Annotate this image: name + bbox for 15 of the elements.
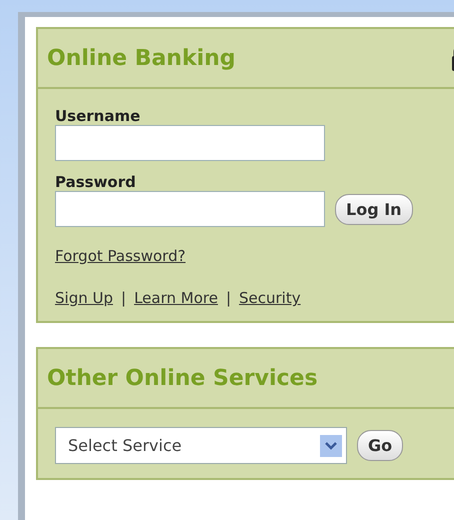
panel-title: Other Online Services [47, 366, 318, 390]
username-label: Username [55, 107, 142, 125]
forgot-password-link[interactable]: Forgot Password? [55, 247, 186, 265]
link-separator: | [121, 289, 126, 307]
password-field[interactable] [55, 191, 325, 227]
password-label: Password [55, 173, 137, 191]
service-dropdown[interactable]: Select Service [55, 427, 347, 464]
footer-link[interactable]: Security [239, 289, 301, 307]
go-button[interactable]: Go [357, 430, 404, 461]
panel-title: Online Banking [47, 46, 236, 70]
username-field[interactable] [55, 125, 325, 161]
footer-link[interactable]: Learn More [134, 289, 218, 307]
footer-link[interactable]: Sign Up [55, 289, 113, 307]
login-button[interactable]: Log In [335, 194, 413, 224]
link-separator: | [226, 289, 232, 307]
